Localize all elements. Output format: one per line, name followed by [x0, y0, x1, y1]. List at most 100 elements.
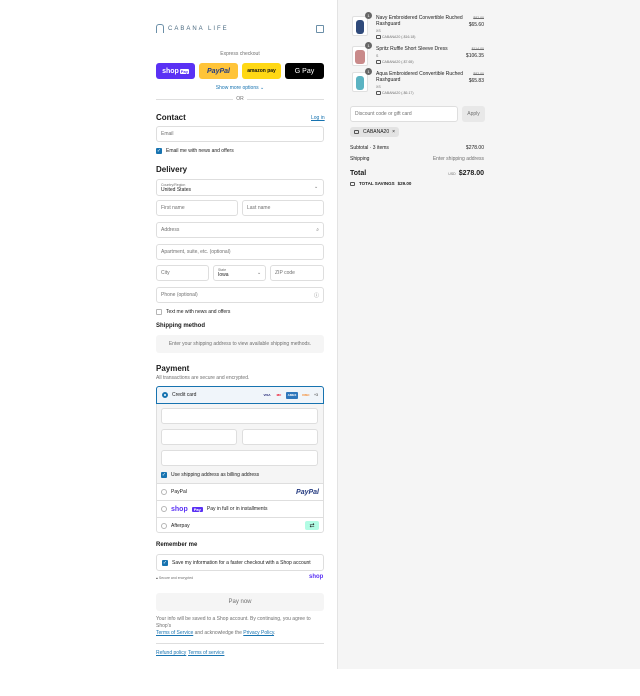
item-discount-code: CABANA20 (-$6.17)	[382, 91, 414, 95]
shipping-value: Enter shipping address	[432, 156, 484, 162]
zip-field[interactable]: ZIP code	[270, 265, 324, 281]
remember-me-row[interactable]: ✓ Save my information for a faster check…	[156, 554, 324, 571]
news-checkbox[interactable]: ✓	[156, 148, 162, 154]
item-variant: XS	[376, 29, 381, 33]
amex-icon: AMEX	[286, 391, 298, 399]
state-chevron-icon: ⌄	[257, 270, 262, 276]
google-pay-button[interactable]: G Pay	[285, 63, 324, 79]
credit-card-radio[interactable]	[162, 392, 168, 398]
brand-name: CABANA LIFE	[168, 25, 229, 32]
applied-discount-tag: CABANA20 ×	[350, 127, 400, 137]
text-checkbox[interactable]	[156, 309, 162, 315]
item-old-price: $82.00	[473, 72, 484, 76]
item-discount: CABANA20 (-$6.17)	[376, 91, 414, 96]
security-code-field[interactable]	[242, 429, 318, 445]
lock-icon: 🔒︎	[156, 576, 158, 580]
legal-period: .	[274, 630, 276, 636]
product-image	[352, 72, 368, 92]
quantity-badge: 1	[365, 12, 372, 19]
currency-code: USD	[448, 172, 456, 176]
first-name-field[interactable]: First name	[156, 200, 238, 216]
applied-code: CABANA20	[363, 129, 390, 135]
login-link[interactable]: Log in	[311, 115, 325, 121]
afterpay-radio[interactable]	[161, 522, 167, 529]
item-old-price: $114.00	[471, 47, 484, 51]
privacy-policy-link[interactable]: Privacy Policy	[243, 630, 274, 636]
quantity-badge: 1	[365, 42, 372, 49]
tag-icon	[350, 181, 355, 186]
name-on-card-field[interactable]	[161, 450, 318, 466]
amazon-pay-button[interactable]: amazon pay	[242, 63, 281, 79]
delivery-title: Delivery	[156, 165, 188, 174]
text-checkbox-row[interactable]: Text me with news and offers	[156, 309, 230, 315]
product-image	[352, 46, 368, 66]
more-cards-count: +3	[314, 393, 318, 397]
legal-and: and acknowledge the	[193, 630, 244, 636]
terms-of-service-link[interactable]: Terms of Service	[156, 630, 193, 636]
apply-button[interactable]: Apply	[462, 106, 485, 122]
remember-me-title: Remember me	[156, 542, 198, 548]
item-name: Aqua Embroidered Convertible Ruched Rash…	[376, 71, 463, 83]
discover-icon: DISC	[302, 393, 310, 397]
shop-pay-radio[interactable]	[161, 506, 167, 512]
text-label: Text me with news and offers	[166, 309, 231, 315]
card-logos: VISA MC AMEX DISC +3	[262, 391, 318, 399]
terms-of-service-footer-link[interactable]: Terms of service	[188, 650, 224, 656]
phone-field[interactable]: Phone (optional) ⓘ	[156, 287, 324, 303]
savings-label: TOTAL SAVINGS	[359, 181, 395, 186]
legal-line1: Your info will be saved to a Shop accoun…	[156, 616, 311, 629]
refund-policy-link[interactable]: Refund policy	[156, 650, 186, 656]
discount-code-field[interactable]: Discount code or gift card	[350, 106, 458, 122]
payment-title: Payment	[156, 364, 190, 373]
help-icon[interactable]: ⓘ	[314, 292, 319, 299]
bag-icon[interactable]	[316, 25, 324, 33]
total-value: $278.00	[458, 170, 484, 177]
card-number-field[interactable]	[161, 408, 318, 424]
news-checkbox-row[interactable]: ✓ Email me with news and offers	[156, 148, 234, 154]
billing-checkbox[interactable]: ✓	[161, 472, 167, 478]
phone-placeholder: Phone (optional)	[161, 292, 198, 298]
tag-icon	[354, 130, 359, 134]
shop-pay-button[interactable]: shop Pay	[156, 63, 195, 79]
expiry-field[interactable]	[161, 429, 237, 445]
shop-pay-badge: Pay	[179, 68, 189, 74]
apartment-field[interactable]: Apartment, suite, etc. (optional)	[156, 244, 324, 260]
paypal-option[interactable]: PayPal PayPal	[156, 483, 324, 500]
item-discount: CABANA20 (-$16.18)	[376, 35, 416, 40]
shop-pay-option[interactable]: shop Pay Pay in full or in installments	[156, 500, 324, 517]
footer-divider	[156, 643, 324, 644]
pay-now-button[interactable]: Pay now	[156, 593, 324, 611]
afterpay-option[interactable]: Afterpay ⇄	[156, 517, 324, 533]
shop-pay-text: Pay in full or in installments	[206, 506, 268, 512]
paypal-radio[interactable]	[161, 489, 167, 495]
afterpay-label: Afterpay	[171, 522, 190, 529]
remember-me-checkbox[interactable]: ✓	[162, 559, 168, 566]
show-more-options-link[interactable]: Show more options ⌄	[156, 85, 324, 91]
brand-logo[interactable]: CABANA LIFE	[156, 24, 229, 33]
last-name-field[interactable]: Last name	[242, 200, 324, 216]
news-label: Email me with news and offers	[166, 148, 234, 154]
order-summary-panel: 1 Navy Embroidered Convertible Ruched Ra…	[337, 0, 640, 669]
legal-text: Your info will be saved to a Shop accoun…	[156, 616, 324, 637]
item-old-price: $82.00	[473, 16, 484, 20]
item-discount-code: CABANA20 (-$16.18)	[382, 35, 416, 39]
tag-icon	[376, 91, 381, 96]
item-variant: S	[376, 54, 379, 58]
item-variant: XS	[376, 85, 381, 89]
paypal-label: PayPal	[171, 489, 187, 495]
contact-title: Contact	[156, 113, 186, 122]
tag-icon	[376, 60, 381, 65]
visa-icon: VISA	[263, 393, 271, 397]
tag-icon	[376, 35, 381, 40]
address-field[interactable]: Address ⌕	[156, 222, 324, 238]
billing-checkbox-row[interactable]: ✓ Use shipping address as billing addres…	[161, 472, 259, 478]
shop-pay-logo: shop	[171, 505, 188, 513]
remove-discount-icon[interactable]: ×	[392, 129, 395, 135]
country-select[interactable]: Country/Region United States	[156, 179, 324, 196]
paypal-button[interactable]: PayPal	[199, 63, 238, 79]
country-value: United States	[161, 186, 192, 193]
credit-card-option[interactable]: Credit card VISA MC AMEX DISC +3	[156, 386, 324, 404]
city-field[interactable]: City	[156, 265, 209, 281]
email-field[interactable]: Email	[156, 126, 324, 142]
secure-label: Secure and encrypted	[158, 576, 194, 580]
